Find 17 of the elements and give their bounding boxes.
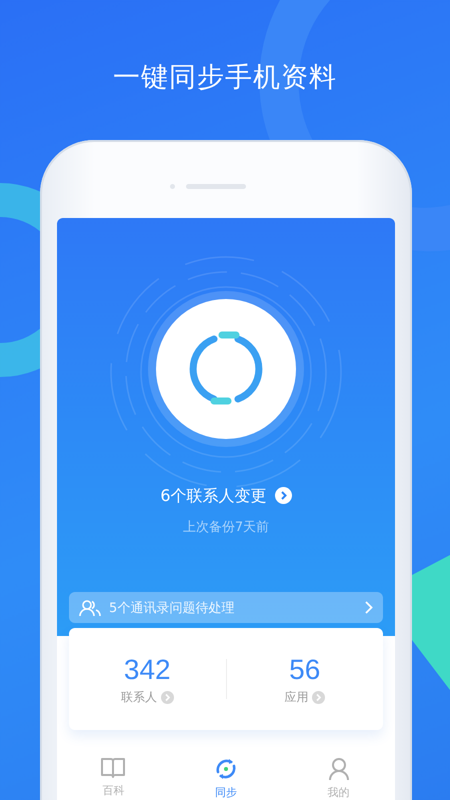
tab[interactable]: 同步 [196, 756, 256, 800]
stat-label: 应用 [284, 688, 308, 706]
person-icon [328, 756, 350, 781]
tab[interactable]: 百科 [83, 756, 144, 800]
chevron-icon [365, 601, 373, 614]
notice-bar[interactable]: 5个通讯录问题待处理 [69, 592, 383, 624]
tab[interactable]: 我的 [308, 756, 369, 800]
book-icon [100, 756, 126, 779]
stat-label: 联系人 [120, 688, 157, 706]
stat-value: 56 [289, 652, 320, 687]
chevron-icon[interactable] [274, 487, 292, 504]
sync-icon [214, 756, 238, 781]
stat-value: 342 [124, 652, 171, 687]
changes-text: 6个联系人变更 [160, 484, 267, 507]
headline: 一键同步手机资料 [112, 61, 338, 95]
people-icon [79, 598, 101, 617]
last-backup-text: 上次备份7天前 [182, 518, 270, 537]
